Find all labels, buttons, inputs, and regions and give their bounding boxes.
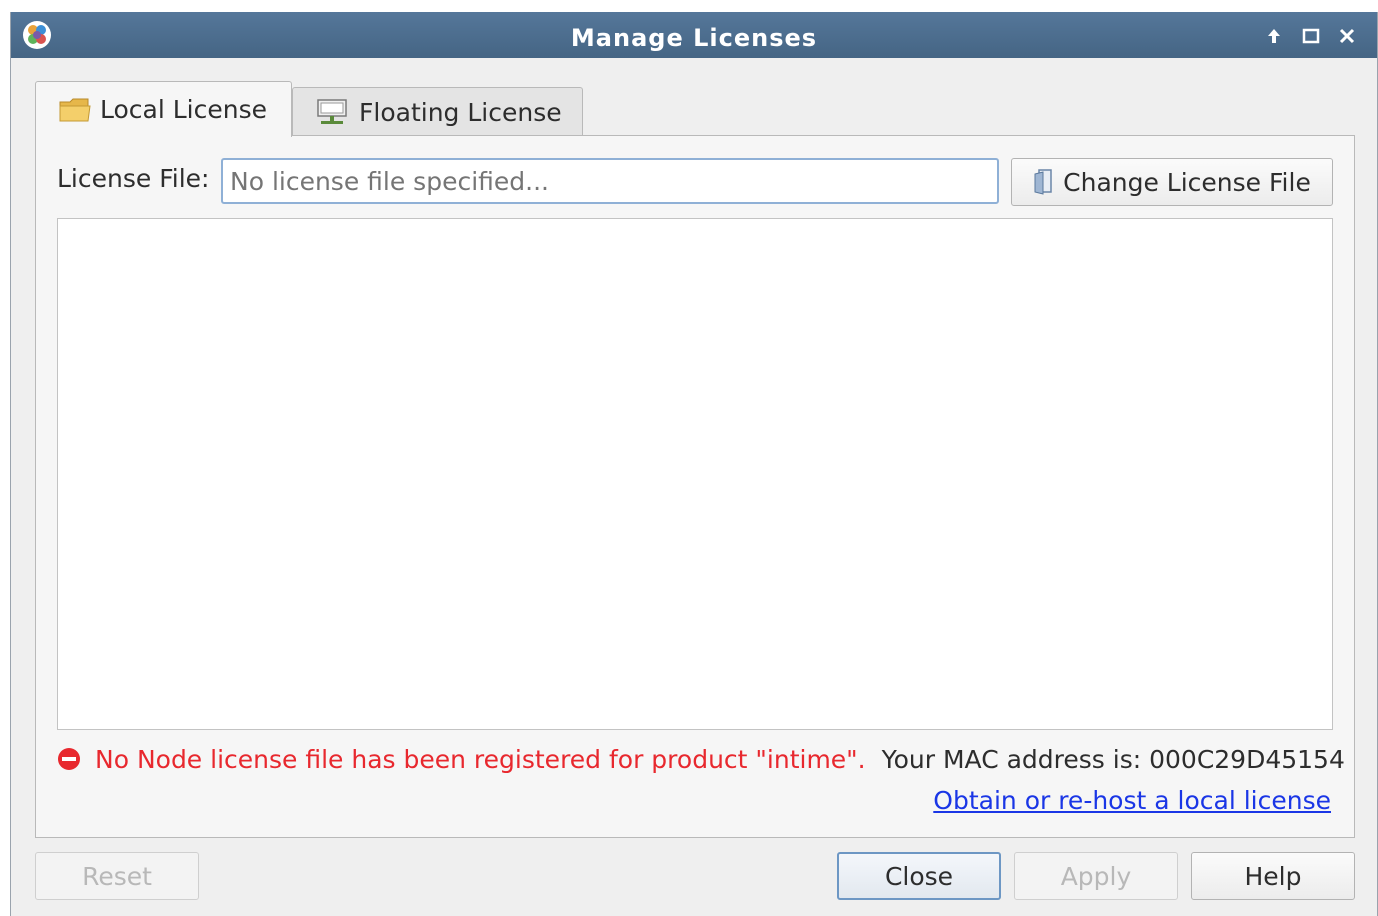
maximize-icon[interactable]: [1299, 24, 1323, 48]
pin-up-icon[interactable]: [1262, 24, 1286, 48]
title-bar[interactable]: Manage Licenses: [11, 12, 1377, 58]
tab-floating-license[interactable]: Floating License: [292, 87, 583, 136]
mac-address-text: Your MAC address is: 000C29D45154: [881, 744, 1345, 774]
status-line: No Node license file has been registered…: [57, 742, 1345, 776]
window-title: Manage Licenses: [570, 24, 818, 52]
error-message: No Node license file has been registered…: [95, 744, 866, 774]
apply-button[interactable]: Apply: [1014, 852, 1178, 900]
close-button[interactable]: Close: [837, 852, 1001, 900]
license-details-area[interactable]: [57, 218, 1333, 730]
tab-label: Floating License: [359, 97, 562, 127]
folder-icon: [58, 96, 92, 124]
tab-local-license[interactable]: Local License: [35, 81, 292, 137]
change-license-file-label: Change License File: [1063, 167, 1311, 197]
license-file-label: License File:: [57, 164, 210, 193]
close-icon[interactable]: [1335, 24, 1359, 48]
manage-licenses-dialog: Manage Licenses Local License Floating L…: [10, 12, 1378, 916]
no-entry-icon: [57, 747, 81, 771]
license-file-input[interactable]: [221, 158, 999, 204]
network-server-icon: [315, 98, 349, 126]
tab-label: Local License: [100, 95, 267, 124]
file-open-icon: [1033, 168, 1057, 196]
change-license-file-button[interactable]: Change License File: [1011, 158, 1333, 206]
reset-button[interactable]: Reset: [35, 852, 199, 900]
obtain-license-link[interactable]: Obtain or re-host a local license: [933, 786, 1331, 815]
help-button[interactable]: Help: [1191, 852, 1355, 900]
